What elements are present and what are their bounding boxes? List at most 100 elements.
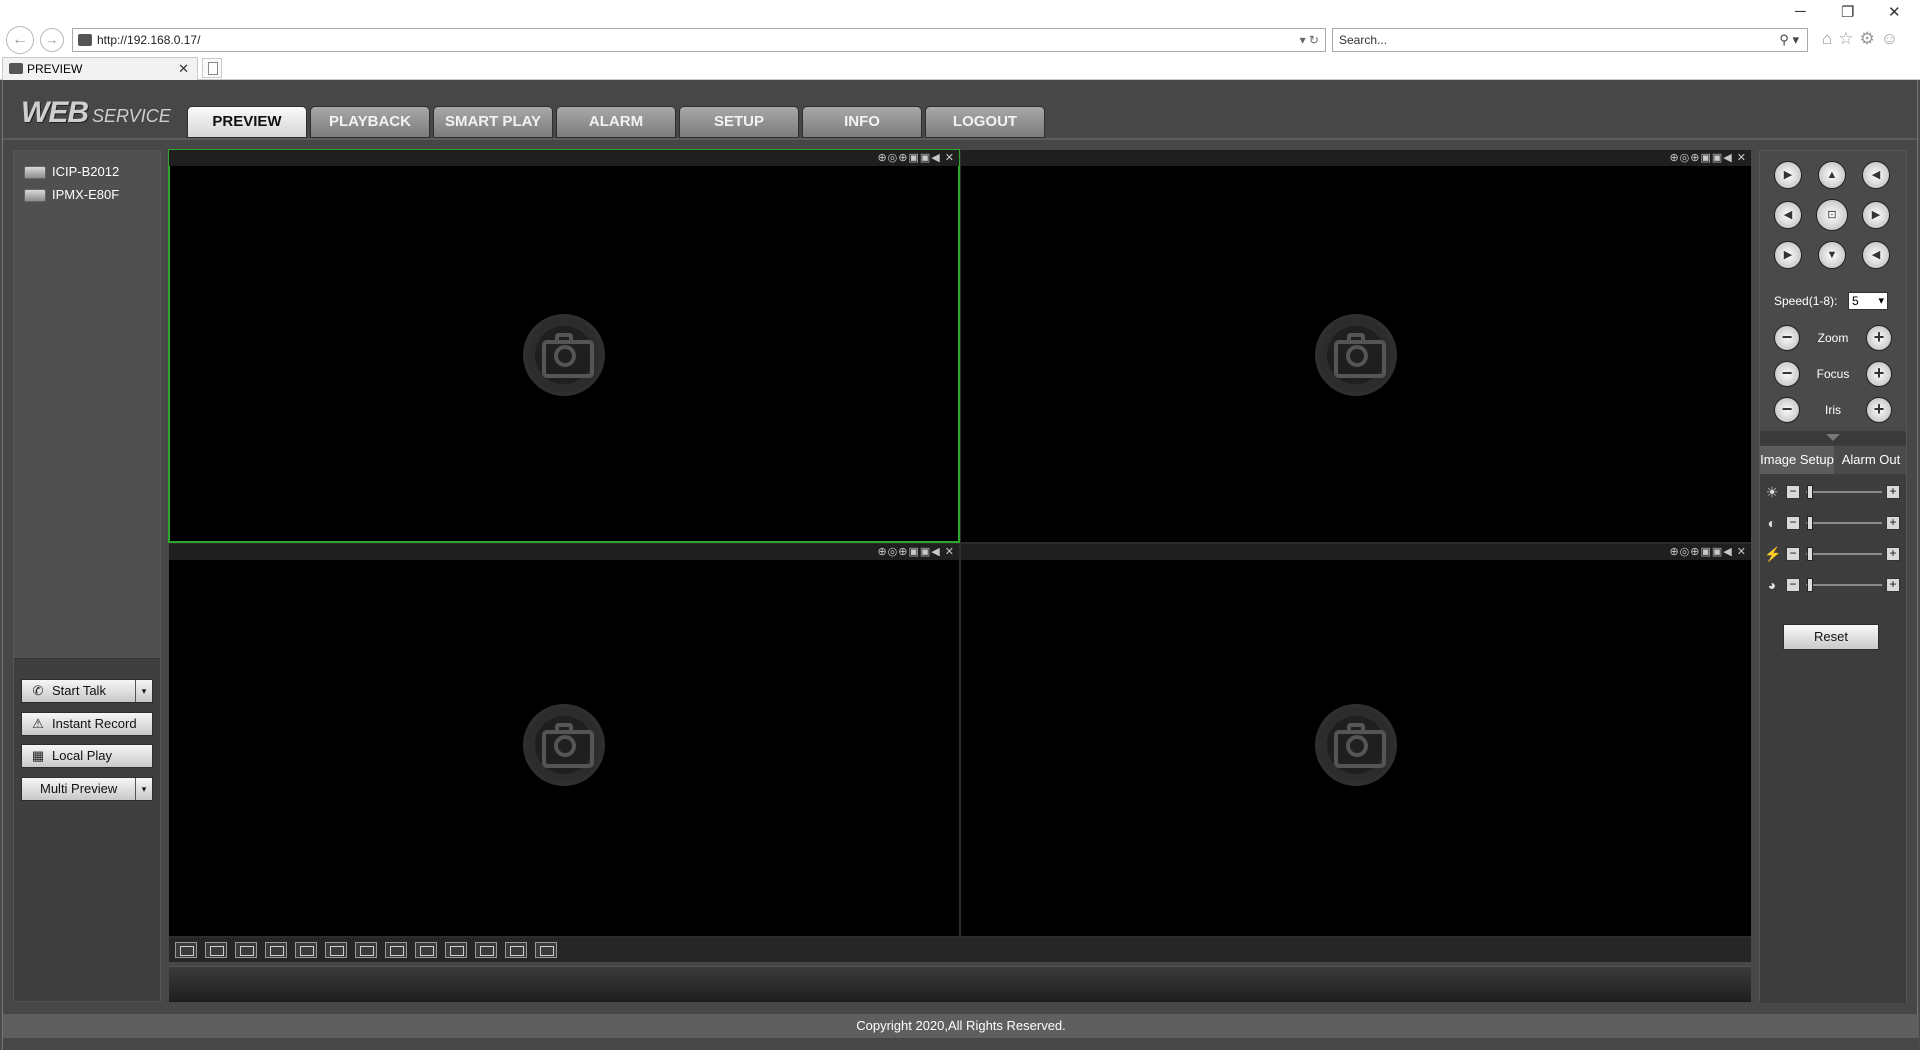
search-placeholder: Search...: [1339, 33, 1388, 47]
ptz-up-button[interactable]: ▲: [1818, 161, 1846, 189]
zoom-out-button[interactable]: −: [1774, 325, 1800, 351]
aspect-ratio-icon[interactable]: [295, 942, 317, 958]
layout-9-icon[interactable]: [445, 942, 467, 958]
local-play-button[interactable]: ▦ Local Play: [21, 744, 153, 768]
search-input[interactable]: Search... ⚲ ▾: [1332, 28, 1808, 52]
layout-6-icon[interactable]: [385, 942, 407, 958]
ptz-right-button[interactable]: ▶: [1862, 201, 1890, 229]
brightness-slider-thumb[interactable]: [1806, 485, 1813, 499]
search-icon[interactable]: ⚲ ▾: [1779, 29, 1799, 51]
ptz-down-right-button[interactable]: ◀: [1862, 241, 1890, 269]
iris-minus-button[interactable]: −: [1774, 397, 1800, 423]
stream-type-icon[interactable]: [175, 942, 197, 958]
ptz-3d-position-button[interactable]: ⊡: [1816, 199, 1848, 231]
layout-16-icon[interactable]: [505, 942, 527, 958]
tab-image-setup[interactable]: Image Setup: [1760, 446, 1834, 474]
ptz-left-button[interactable]: ◀: [1774, 201, 1802, 229]
menu-preview[interactable]: PREVIEW: [187, 106, 307, 138]
reset-button[interactable]: Reset: [1783, 624, 1879, 650]
camera-placeholder-icon: [1315, 704, 1397, 786]
ptz-up-left-button[interactable]: ▶: [1774, 161, 1802, 189]
layout-1-icon[interactable]: [325, 942, 347, 958]
ptz-up-right-button[interactable]: ◀: [1862, 161, 1890, 189]
new-tab-button[interactable]: [202, 58, 222, 78]
start-talk-button[interactable]: ✆ Start Talk ▾: [21, 679, 153, 703]
stream-type-icon[interactable]: [205, 942, 227, 958]
home-favorites-settings-icons[interactable]: ⌂☆⚙☺: [1822, 29, 1904, 49]
ptz-control: ▶ ▲ ◀ ◀ ⊡ ▶ ▶ ▼ ◀ Speed(1-8): 5 − Zoom +…: [1760, 151, 1906, 431]
chevron-down-icon[interactable]: ▾: [135, 778, 152, 800]
menu-info[interactable]: INFO: [802, 106, 922, 138]
chevron-down-icon[interactable]: ▾: [135, 680, 152, 702]
saturation-minus-button[interactable]: −: [1786, 547, 1800, 561]
browser-tab[interactable]: PREVIEW ✕: [2, 57, 198, 80]
menu-logout[interactable]: LOGOUT: [925, 106, 1045, 138]
zoom-in-button[interactable]: +: [1866, 325, 1892, 351]
layout-4-icon[interactable]: [355, 942, 377, 958]
hue-slider[interactable]: [1806, 584, 1882, 586]
refresh-icon[interactable]: ▾ ↻: [1300, 29, 1319, 51]
ptz-down-left-button[interactable]: ▶: [1774, 241, 1802, 269]
saturation-plus-button[interactable]: +: [1886, 547, 1900, 561]
video-window-4[interactable]: ⊕◎⊕▣▣◀ ✕: [961, 544, 1751, 936]
video-controls-icons[interactable]: ⊕◎⊕▣▣◀ ✕: [877, 150, 955, 166]
video-controls-icons[interactable]: ⊕◎⊕▣▣◀ ✕: [877, 544, 955, 560]
layout-8-icon[interactable]: [415, 942, 437, 958]
edit-layout-icon[interactable]: [535, 942, 557, 958]
camera-device-icon: [24, 189, 46, 202]
menu-smart-play[interactable]: SMART PLAY: [433, 106, 553, 138]
address-bar[interactable]: http://192.168.0.17/ ▾ ↻: [72, 28, 1326, 52]
forward-button[interactable]: →: [40, 28, 64, 52]
multi-preview-button[interactable]: Multi Preview ▾: [21, 777, 153, 801]
layout-13-icon[interactable]: [475, 942, 497, 958]
fullscreen-icon[interactable]: [265, 942, 287, 958]
tab-favicon-icon: [9, 63, 23, 74]
contrast-slider[interactable]: [1806, 522, 1882, 524]
site-icon: [78, 34, 92, 46]
contrast-minus-button[interactable]: −: [1786, 516, 1800, 530]
menu-setup[interactable]: SETUP: [679, 106, 799, 138]
video-window-toolbar: ⊕◎⊕▣▣◀ ✕: [961, 544, 1751, 560]
iris-plus-button[interactable]: +: [1866, 397, 1892, 423]
video-controls-icons[interactable]: ⊕◎⊕▣▣◀ ✕: [1669, 150, 1747, 166]
restore-icon[interactable]: ❐: [1841, 3, 1854, 21]
hue-minus-button[interactable]: −: [1786, 578, 1800, 592]
close-window-icon[interactable]: ✕: [1888, 3, 1901, 21]
device-item[interactable]: IPMX-E80F: [22, 186, 119, 204]
tab-close-icon[interactable]: ✕: [178, 58, 189, 80]
instant-record-button[interactable]: ⚠ Instant Record: [21, 712, 153, 736]
video-window-2[interactable]: ⊕◎⊕▣▣◀ ✕: [961, 150, 1751, 542]
stream-type-icon[interactable]: [235, 942, 257, 958]
contrast-plus-button[interactable]: +: [1886, 516, 1900, 530]
device-item[interactable]: ICIP-B2012: [22, 163, 119, 181]
collapse-ptz-icon[interactable]: [1760, 432, 1906, 444]
video-window-3[interactable]: ⊕◎⊕▣▣◀ ✕: [169, 544, 959, 936]
back-icon: ←: [12, 31, 28, 48]
back-button[interactable]: ←: [6, 26, 34, 54]
video-controls-icons[interactable]: ⊕◎⊕▣▣◀ ✕: [1669, 544, 1747, 560]
saturation-slider-thumb[interactable]: [1806, 547, 1813, 561]
brightness-minus-button[interactable]: −: [1786, 485, 1800, 499]
saturation-slider[interactable]: [1806, 553, 1882, 555]
camera-placeholder-icon: [1315, 314, 1397, 396]
focus-plus-button[interactable]: +: [1866, 361, 1892, 387]
speed-select[interactable]: 5: [1848, 292, 1888, 310]
video-window-1[interactable]: ⊕◎⊕▣▣◀ ✕: [168, 149, 960, 543]
hue-plus-button[interactable]: +: [1886, 578, 1900, 592]
hue-slider-thumb[interactable]: [1806, 578, 1813, 592]
brightness-slider[interactable]: [1806, 491, 1882, 493]
device-label: IPMX-E80F: [52, 187, 120, 202]
focus-label: Focus: [1816, 367, 1850, 381]
menu-alarm[interactable]: ALARM: [556, 106, 676, 138]
brightness-plus-button[interactable]: +: [1886, 485, 1900, 499]
left-panel: ICIP-B2012 IPMX-E80F ✆ Start Talk ▾ ⚠ In…: [13, 150, 161, 1002]
zoom-row: − Zoom +: [1760, 325, 1906, 351]
tab-alarm-out[interactable]: Alarm Out: [1836, 446, 1906, 474]
copyright-footer: Copyright 2020,All Rights Reserved.: [3, 1014, 1919, 1038]
video-window-toolbar: ⊕◎⊕▣▣◀ ✕: [169, 544, 959, 560]
ptz-down-button[interactable]: ▼: [1818, 241, 1846, 269]
focus-minus-button[interactable]: −: [1774, 361, 1800, 387]
minimize-icon[interactable]: ─: [1795, 3, 1806, 20]
menu-playback[interactable]: PLAYBACK: [310, 106, 430, 138]
contrast-slider-thumb[interactable]: [1806, 516, 1813, 530]
